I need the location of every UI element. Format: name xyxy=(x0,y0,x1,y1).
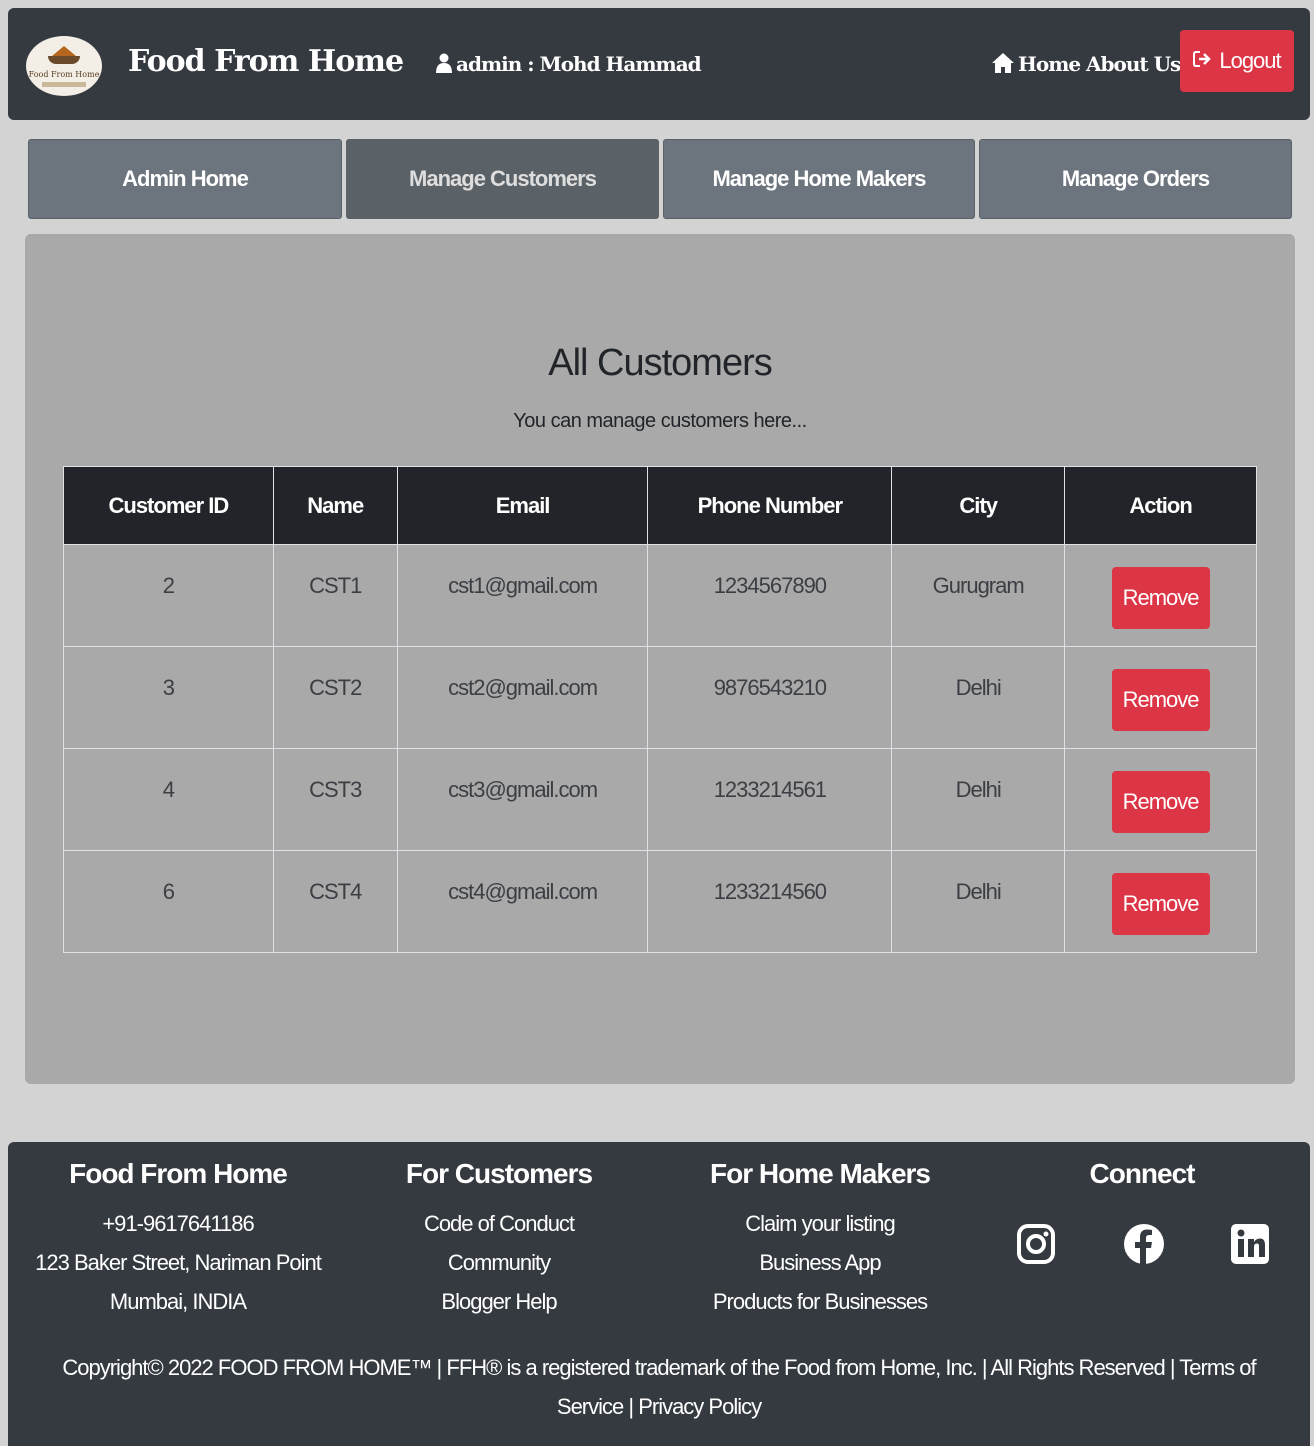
col-header-email: Email xyxy=(396,466,649,545)
footer: Food From Home +91-9617641186 123 Baker … xyxy=(8,1142,1310,1446)
cell-phone: 1233214560 xyxy=(647,850,893,953)
tab-label: Admin Home xyxy=(122,166,249,191)
user-icon xyxy=(436,53,452,78)
col-header-name: Name xyxy=(272,466,398,545)
table-row: 3 CST2 cst2@gmail.com 9876543210 Delhi R… xyxy=(63,646,1257,749)
col-header-action: Action xyxy=(1064,466,1257,545)
footer-phone: +91-9617641186 xyxy=(102,1211,254,1236)
cell-customer-id: 4 xyxy=(63,748,274,851)
footer-homemakers-column: For Home Makers Claim your listing Busin… xyxy=(680,1158,960,1321)
footer-heading: For Home Makers xyxy=(710,1158,931,1189)
cell-city: Delhi xyxy=(891,850,1066,953)
facebook-icon[interactable] xyxy=(1122,1222,1166,1271)
footer-address: 123 Baker Street, Nariman Point xyxy=(35,1250,322,1275)
cell-action: Remove xyxy=(1064,646,1257,749)
remove-button[interactable]: Remove xyxy=(1111,669,1210,731)
footer-link[interactable]: Blogger Help xyxy=(441,1289,557,1314)
col-header-city: City xyxy=(891,466,1066,545)
cell-city: Gurugram xyxy=(891,544,1066,647)
customers-panel: All Customers You can manage customers h… xyxy=(25,234,1295,1084)
nav-home-label: Home xyxy=(1018,52,1081,76)
cell-email: cst4@gmail.com xyxy=(396,850,649,953)
nav-about-link[interactable]: About Us xyxy=(1086,52,1181,76)
tab-manage-orders[interactable]: Manage Orders xyxy=(979,139,1292,219)
customers-table: Customer ID Name Email Phone Number City… xyxy=(63,466,1257,953)
logout-button[interactable]: Logout xyxy=(1180,30,1294,92)
tab-admin-home[interactable]: Admin Home xyxy=(28,139,342,219)
footer-link[interactable]: Claim your listing xyxy=(745,1211,895,1236)
cell-name: CST3 xyxy=(272,748,398,851)
footer-link[interactable]: Business App xyxy=(759,1250,881,1275)
cell-name: CST1 xyxy=(272,544,398,647)
cell-phone: 1234567890 xyxy=(647,544,893,647)
nav-home-link[interactable]: Home xyxy=(992,52,1081,78)
cell-email: cst1@gmail.com xyxy=(396,544,649,647)
logout-label: Logout xyxy=(1219,48,1281,73)
cell-action: Remove xyxy=(1064,850,1257,953)
admin-name: admin : Mohd Hammad xyxy=(456,52,702,76)
sign-out-icon xyxy=(1193,48,1213,74)
cell-customer-id: 2 xyxy=(63,544,274,647)
tab-label: Manage Home Makers xyxy=(712,166,926,191)
tab-manage-customers[interactable]: Manage Customers xyxy=(346,139,659,219)
page-title: All Customers xyxy=(548,342,773,384)
footer-link[interactable]: Products for Businesses xyxy=(713,1289,928,1314)
cell-customer-id: 3 xyxy=(63,646,274,749)
logo-text: Food From Home xyxy=(28,70,100,79)
table-row: 6 CST4 cst4@gmail.com 1233214560 Delhi R… xyxy=(63,850,1257,953)
table-header-row: Customer ID Name Email Phone Number City… xyxy=(63,466,1257,545)
footer-link[interactable]: Community xyxy=(448,1250,551,1275)
cell-city: Delhi xyxy=(891,646,1066,749)
logo-tagline-bar xyxy=(42,82,86,87)
copyright-text: Copyright© 2022 FOOD FROM HOME™ | FFH® i… xyxy=(62,1355,1256,1419)
cell-name: CST2 xyxy=(272,646,398,749)
logo-roof-shape xyxy=(52,46,76,56)
navbar: Food From Home Food From Home admin : Mo… xyxy=(8,8,1310,120)
cell-city: Delhi xyxy=(891,748,1066,851)
linkedin-icon[interactable] xyxy=(1230,1222,1270,1271)
footer-contact-column: Food From Home +91-9617641186 123 Baker … xyxy=(30,1158,326,1321)
cell-phone: 9876543210 xyxy=(647,646,893,749)
home-icon xyxy=(992,53,1014,78)
table-row: 4 CST3 cst3@gmail.com 1233214561 Delhi R… xyxy=(63,748,1257,851)
cell-action: Remove xyxy=(1064,748,1257,851)
instagram-icon[interactable] xyxy=(1016,1222,1056,1271)
page-subtitle: You can manage customers here... xyxy=(513,410,807,432)
tab-label: Manage Customers xyxy=(409,166,597,191)
logo-dish-shape xyxy=(48,56,80,64)
remove-button[interactable]: Remove xyxy=(1111,567,1210,629)
col-header-phone: Phone Number xyxy=(647,466,893,545)
remove-button[interactable]: Remove xyxy=(1111,873,1210,935)
tab-label: Manage Orders xyxy=(1061,166,1210,191)
footer-heading: For Customers xyxy=(405,1158,593,1189)
cell-email: cst3@gmail.com xyxy=(396,748,649,851)
cell-customer-id: 6 xyxy=(63,850,274,953)
brand-logo[interactable]: Food From Home xyxy=(26,36,102,96)
footer-city: Mumbai, INDIA xyxy=(109,1289,247,1314)
footer-customers-column: For Customers Code of Conduct Community … xyxy=(374,1158,624,1321)
footer-heading: Connect xyxy=(1089,1158,1196,1189)
cell-action: Remove xyxy=(1064,544,1257,647)
remove-button[interactable]: Remove xyxy=(1111,771,1210,833)
admin-user-label: admin : Mohd Hammad xyxy=(436,52,702,78)
footer-connect-column: Connect xyxy=(1042,1158,1242,1204)
cell-name: CST4 xyxy=(272,850,398,953)
footer-link[interactable]: Code of Conduct xyxy=(424,1211,575,1236)
cell-email: cst2@gmail.com xyxy=(396,646,649,749)
tab-manage-home-makers[interactable]: Manage Home Makers xyxy=(663,139,975,219)
brand-name[interactable]: Food From Home xyxy=(128,44,404,79)
table-row: 2 CST1 cst1@gmail.com 1234567890 Gurugra… xyxy=(63,544,1257,647)
col-header-customer-id: Customer ID xyxy=(63,466,274,545)
footer-heading: Food From Home xyxy=(69,1158,288,1189)
cell-phone: 1233214561 xyxy=(647,748,893,851)
